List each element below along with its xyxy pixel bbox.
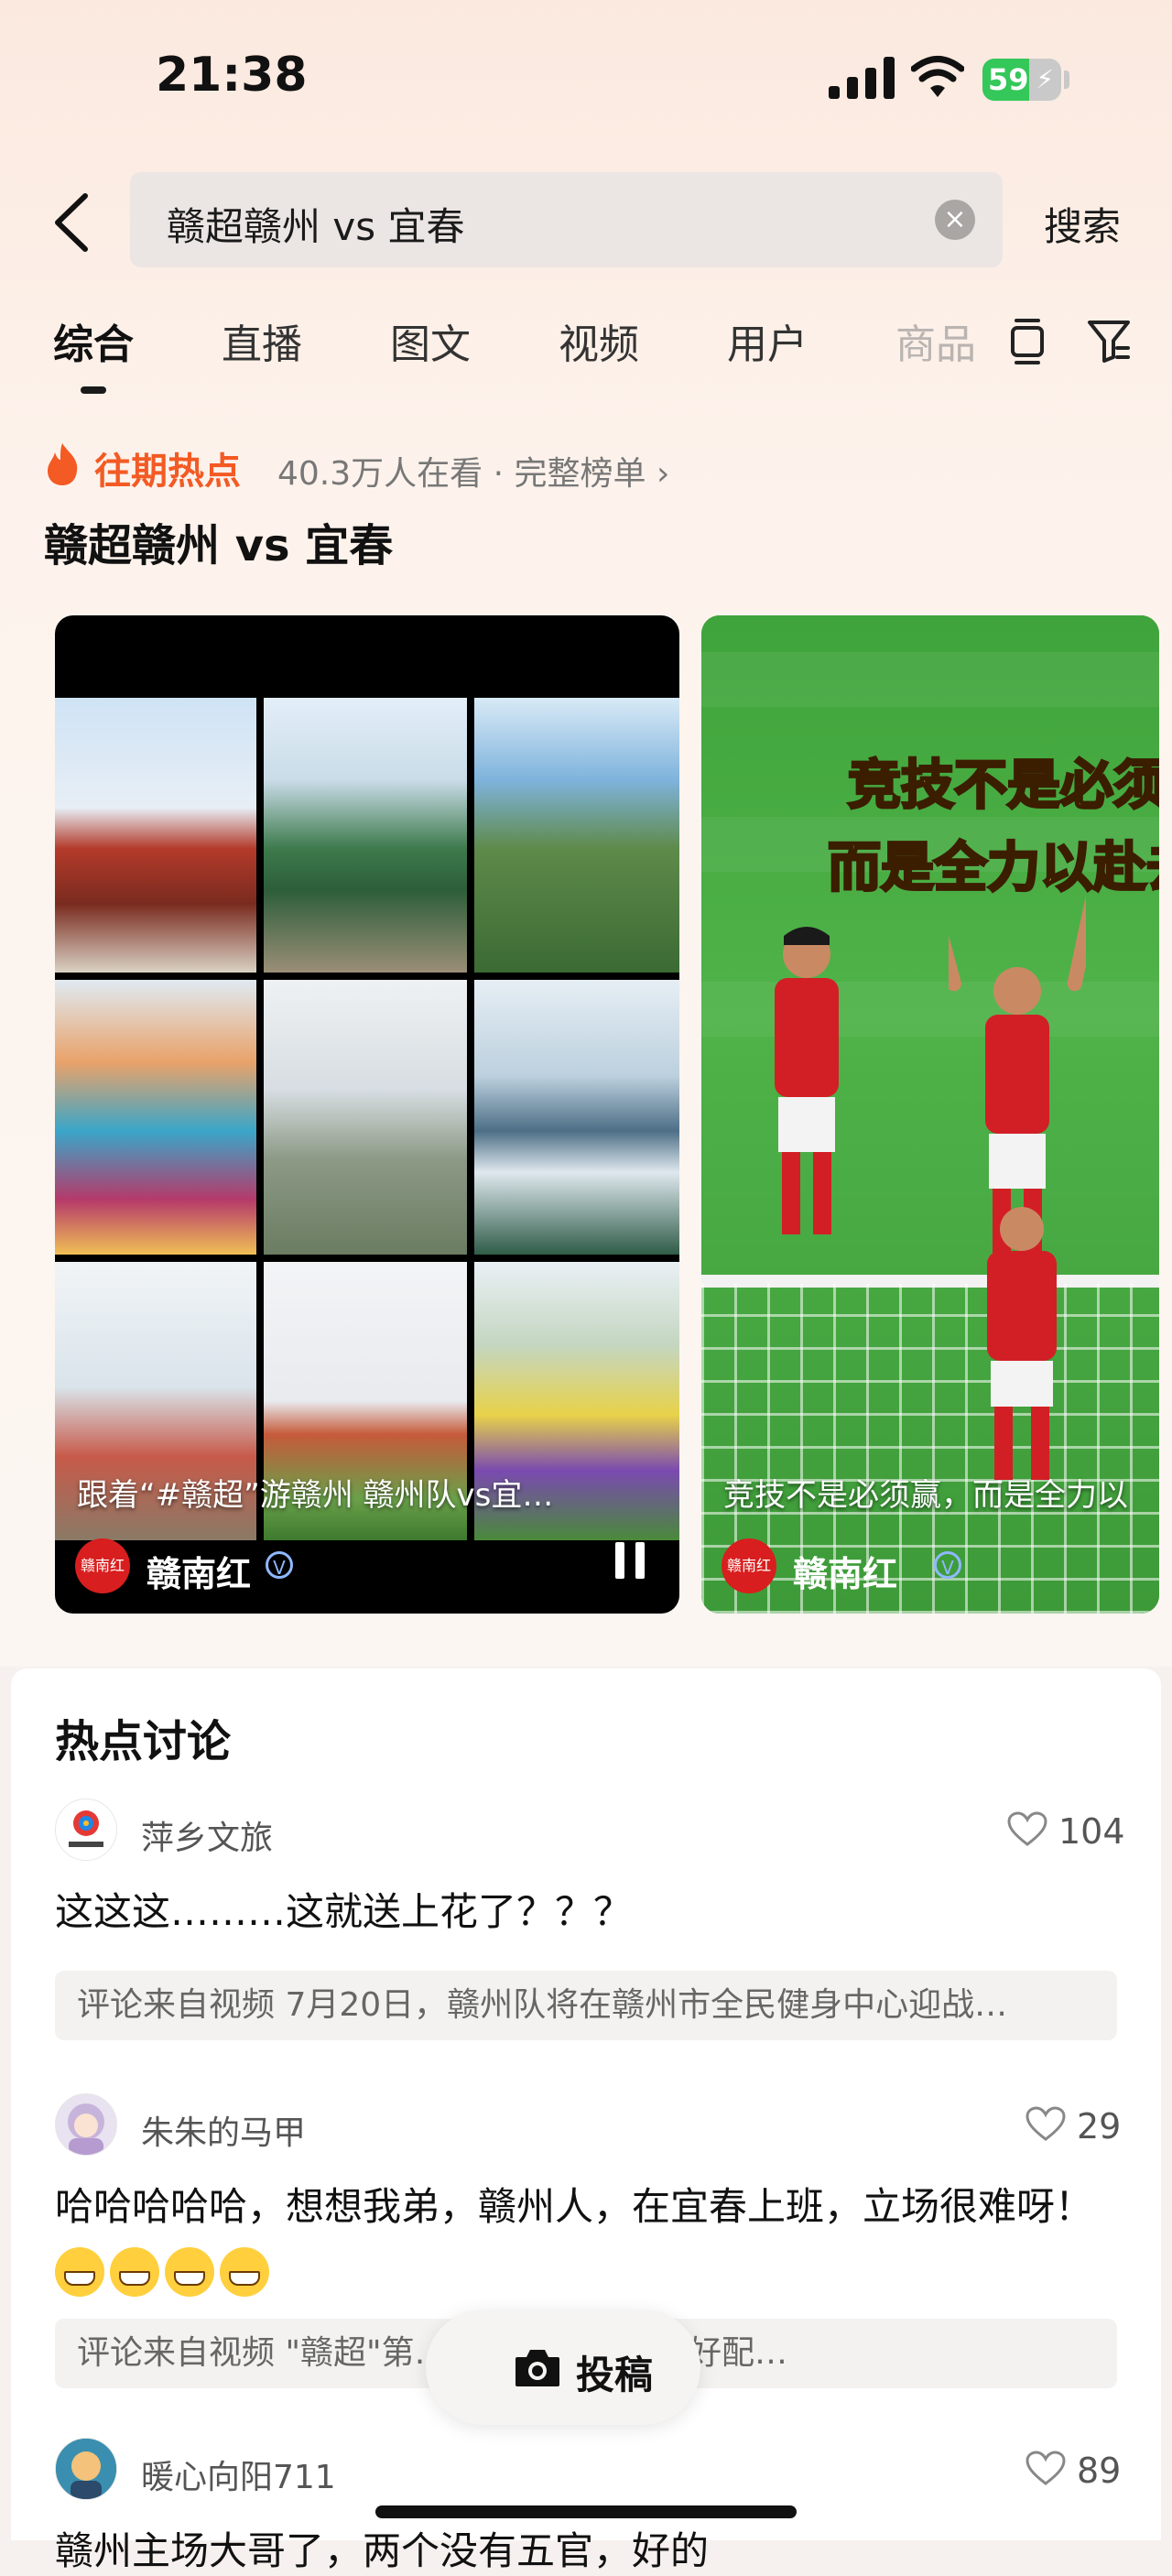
home-indicator[interactable] — [375, 2505, 797, 2518]
comment-username[interactable]: 萍乡文旅 — [141, 1811, 273, 1859]
search-button[interactable]: 搜索 — [1044, 196, 1121, 252]
battery-cap — [1064, 71, 1069, 89]
avatar[interactable] — [55, 1799, 117, 1861]
battery-icon: 59 ⚡ — [982, 59, 1061, 101]
battery-level: 59 — [988, 62, 1029, 97]
player-figure — [775, 927, 839, 1234]
topic-title: 赣超赣州 vs 宜春 — [44, 520, 394, 571]
tab-articles[interactable]: 图文 — [390, 311, 471, 370]
like-count: 104 — [1058, 1811, 1125, 1852]
charging-bolt-icon: ⚡ — [1036, 64, 1054, 94]
comment-text: 赣州主场大哥了，两个没有五官，好的 — [55, 2528, 710, 2573]
filter-icon[interactable] — [1086, 317, 1132, 364]
camera-icon — [515, 2350, 559, 2386]
video-overlay-text: 竞技不是必须赢 — [846, 753, 1159, 818]
tab-live[interactable]: 直播 — [222, 311, 302, 370]
tab-all[interactable]: 综合 — [53, 311, 134, 370]
status-time: 21:38 — [156, 48, 308, 103]
wifi-icon — [911, 56, 964, 97]
like-count: 29 — [1077, 2106, 1122, 2147]
video-caption: 竞技不是必须赢，而是全力以 — [723, 1477, 1128, 1514]
tab-videos[interactable]: 视频 — [559, 311, 639, 370]
post-button-label: 投稿 — [576, 2353, 654, 2397]
pavilion-photo — [55, 698, 256, 973]
sea-of-clouds-photo — [474, 980, 679, 1255]
grin-emoji-icon — [55, 2246, 275, 2297]
pitch-stripe — [701, 652, 1159, 707]
heart-icon — [1026, 2106, 1066, 2141]
tab-bar: 综合 直播 图文 视频 用户 商品 — [0, 302, 1172, 403]
post-button[interactable]: 投稿 — [426, 2310, 700, 2425]
layout-toggle-icon[interactable] — [1007, 317, 1047, 366]
hot-topic-meta-text: 40.3万人在看 · 完整榜单 — [277, 455, 646, 493]
goalkeeper-figure — [987, 1207, 1057, 1480]
search-query-text: 赣超赣州 vs 宜春 — [167, 204, 465, 249]
verified-badge-icon: V — [266, 1551, 293, 1579]
verified-badge-icon: V — [934, 1551, 961, 1579]
video-card[interactable]: 竞技不是必须赢 而是全力以赴去 竞技不是必须赢，而是全力以 赣南红 赣南红 V — [701, 615, 1159, 1614]
video-card[interactable]: 跟着“#赣超”游赣州 赣州队vs宜… 赣南红 赣南红 V — [55, 615, 679, 1614]
section-title: 热点讨论 — [55, 1716, 232, 1767]
like-button[interactable]: 89 — [1026, 2447, 1121, 2493]
author-name: 赣南红 — [146, 1554, 252, 1594]
like-count: 89 — [1077, 2451, 1122, 2491]
author-name: 赣南红 — [793, 1554, 898, 1594]
hot-topic-label: 往期热点 — [94, 451, 241, 493]
avatar[interactable] — [55, 2093, 117, 2156]
avatar[interactable] — [55, 2438, 117, 2500]
comment-source[interactable]: 评论来自视频 7月20日，赣州队将在赣州市全民健身中心迎战… — [55, 1971, 1117, 2040]
video-caption: 跟着“#赣超”游赣州 赣州队vs宜… — [77, 1477, 554, 1514]
like-button[interactable]: 29 — [1026, 2103, 1121, 2148]
active-tab-indicator — [81, 386, 106, 394]
status-bar: 21:38 59 ⚡ — [0, 0, 1172, 137]
theme-park-photo — [55, 980, 256, 1255]
anime-avatar-icon — [68, 2103, 104, 2155]
heart-icon — [1007, 1811, 1047, 1846]
tab-users[interactable]: 用户 — [727, 311, 808, 370]
clear-icon[interactable]: × — [935, 200, 975, 240]
back-arrow-icon[interactable] — [50, 192, 91, 253]
square-photo — [264, 980, 467, 1255]
cartoon-avatar-icon — [56, 2439, 116, 2499]
search-input[interactable]: 赣超赣州 vs 宜春 × — [130, 172, 1003, 267]
heart-icon — [1026, 2451, 1066, 2485]
flame-icon — [48, 443, 78, 485]
hot-topic-meta: 40.3万人在看 · 完整榜单 › — [277, 447, 669, 495]
tab-products[interactable]: 商品 — [895, 311, 976, 370]
comment-text-body: 哈哈哈哈哈，想想我弟，赣州人，在宜春上班，立场很难呀！ — [55, 2184, 1094, 2229]
pause-icon[interactable] — [615, 1542, 646, 1579]
author-logo: 赣南红 — [722, 1538, 776, 1593]
author-logo: 赣南红 — [75, 1538, 130, 1593]
signal-icon — [829, 57, 895, 99]
comment-text: 这这这………这就送上花了？？？ — [55, 1889, 633, 1934]
comment-username[interactable]: 朱朱的马甲 — [141, 2106, 306, 2154]
comment-text: 哈哈哈哈哈，想想我弟，赣州人，在宜春上班，立场很难呀！ — [55, 2176, 1117, 2300]
pingxiang-logo-icon — [56, 1799, 116, 1860]
tower-photo — [264, 698, 467, 973]
like-button[interactable]: 104 — [1007, 1808, 1125, 1853]
chevron-right-icon: › — [656, 455, 670, 493]
mountain-photo — [474, 698, 679, 973]
video-thumbnail-collage — [55, 698, 679, 1540]
comment-username[interactable]: 暖心向阳711 — [141, 2451, 336, 2498]
